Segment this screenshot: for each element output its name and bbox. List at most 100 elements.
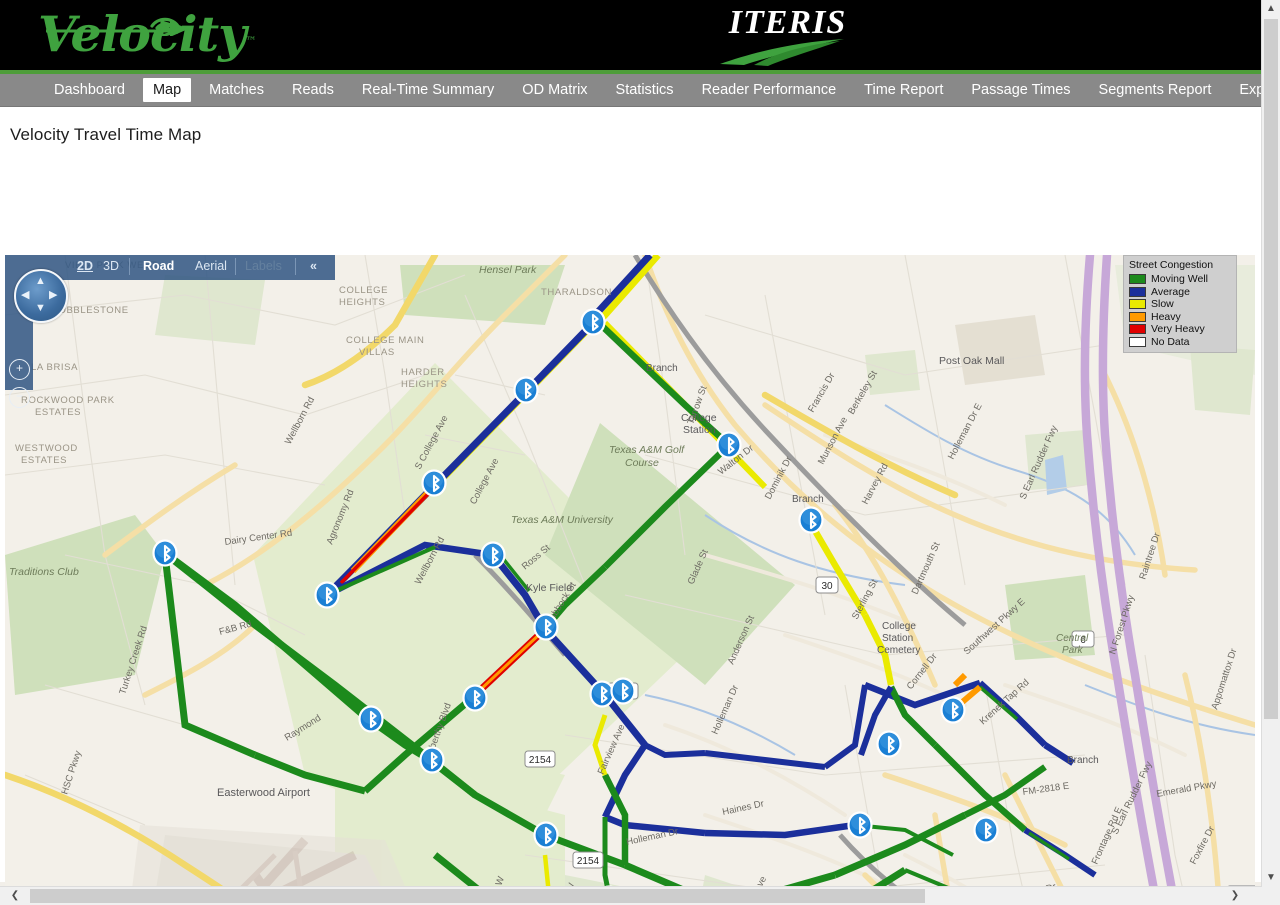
- browser-viewport: Velocity™ ITERIS Dashboard Map Matches Read…: [0, 0, 1280, 905]
- zoom-in-button[interactable]: +: [9, 359, 30, 380]
- nav-item-time-report[interactable]: Time Report: [854, 78, 953, 102]
- legend-row: Average: [1129, 286, 1232, 299]
- vertical-scrollbar[interactable]: ▲ ▼: [1261, 0, 1280, 887]
- bluetooth-reader-marker[interactable]: [421, 469, 447, 497]
- map-style-aerial-button[interactable]: Aerial: [195, 259, 227, 273]
- map-place-label: College: [882, 621, 916, 632]
- page-content: Velocity Travel Time Map 30 6 2154 2154 …: [0, 107, 1262, 905]
- map-labels-toggle[interactable]: Labels: [245, 259, 282, 273]
- legend-row: Heavy: [1129, 311, 1232, 324]
- bluetooth-reader-marker[interactable]: [462, 684, 488, 712]
- scroll-up-button[interactable]: ▲: [1262, 0, 1280, 18]
- bluetooth-reader-marker[interactable]: [152, 539, 178, 567]
- bluetooth-reader-marker[interactable]: [533, 613, 559, 641]
- map-place-label: HEIGHTS: [339, 297, 385, 308]
- map-place-label: Texas A&M Golf: [609, 444, 685, 456]
- map-place-label: Station: [882, 633, 913, 644]
- map-bar-collapse-button[interactable]: «: [310, 259, 317, 273]
- bluetooth-reader-marker[interactable]: [513, 376, 539, 404]
- map-canvas: 30666028182818215421542154 VILLA PARK WE…: [5, 255, 1255, 905]
- map-pan-wheel[interactable]: ▲ ▼ ◀ ▶: [14, 269, 68, 323]
- map-place-label: Hensel Park: [479, 264, 537, 276]
- zoom-out-button[interactable]: −: [9, 387, 30, 408]
- legend-label: Average: [1151, 285, 1190, 298]
- travel-time-map[interactable]: 30666028182818215421542154 VILLA PARK WE…: [5, 255, 1255, 905]
- scroll-left-button[interactable]: ❮: [6, 887, 24, 905]
- pan-right-arrow[interactable]: ▶: [49, 290, 57, 301]
- horizontal-scroll-thumb[interactable]: [30, 889, 925, 903]
- map-view-3d-button[interactable]: 3D: [103, 259, 119, 273]
- bluetooth-reader-marker[interactable]: [876, 730, 902, 758]
- pan-down-arrow[interactable]: ▼: [35, 303, 46, 314]
- horizontal-scrollbar[interactable]: ❮ ❯: [0, 886, 1262, 905]
- legend-title: Street Congestion: [1129, 259, 1214, 271]
- pan-up-arrow[interactable]: ▲: [35, 276, 46, 287]
- highway-shield: 30: [815, 576, 839, 594]
- highway-shield-label: 2154: [577, 856, 600, 867]
- bluetooth-reader-marker[interactable]: [533, 821, 559, 849]
- bluetooth-reader-marker[interactable]: [580, 308, 606, 336]
- bluetooth-reader-marker[interactable]: [480, 541, 506, 569]
- scroll-down-button[interactable]: ▼: [1262, 869, 1280, 887]
- legend-swatch: [1129, 336, 1146, 347]
- highway-shield: 2154: [524, 750, 556, 768]
- bluetooth-reader-marker[interactable]: [610, 677, 636, 705]
- map-style-road-button[interactable]: Road: [143, 259, 174, 273]
- legend-swatch: [1129, 286, 1146, 297]
- map-place-label: Cemetery: [877, 645, 920, 656]
- map-place-label: HARDER: [401, 367, 445, 378]
- velocity-logo-tm: ™: [245, 34, 257, 48]
- bluetooth-reader-marker[interactable]: [798, 506, 824, 534]
- bluetooth-reader-marker[interactable]: [847, 811, 873, 839]
- map-place-label: ESTATES: [35, 407, 81, 418]
- legend-swatch: [1129, 311, 1146, 322]
- nav-item-segments-report[interactable]: Segments Report: [1089, 78, 1222, 102]
- bluetooth-reader-marker[interactable]: [716, 431, 742, 459]
- nav-item-od-matrix[interactable]: OD Matrix: [512, 78, 597, 102]
- bluetooth-reader-marker[interactable]: [419, 746, 445, 774]
- map-view-2d-button[interactable]: 2D: [77, 259, 93, 273]
- map-place-label: WESTWOOD: [15, 443, 78, 454]
- scroll-right-button[interactable]: ❯: [1226, 887, 1244, 905]
- nav-item-reader-performance[interactable]: Reader Performance: [692, 78, 847, 102]
- nav-items: Dashboard Map Matches Reads Real-Time Summar…: [0, 74, 1280, 106]
- bluetooth-reader-marker[interactable]: [940, 696, 966, 724]
- vertical-scroll-thumb[interactable]: [1264, 19, 1278, 719]
- nav-item-reads[interactable]: Reads: [282, 78, 344, 102]
- map-place-label: Easterwood Airport: [217, 787, 310, 799]
- nav-item-passage-times[interactable]: Passage Times: [961, 78, 1080, 102]
- nav-item-statistics[interactable]: Statistics: [606, 78, 684, 102]
- bluetooth-reader-marker[interactable]: [973, 816, 999, 844]
- legend-label: Heavy: [1151, 310, 1181, 323]
- legend-swatch: [1129, 274, 1146, 285]
- map-place-label: HEIGHTS: [401, 379, 447, 390]
- legend-row: Slow: [1129, 298, 1232, 311]
- legend-label: No Data: [1151, 335, 1190, 348]
- map-place-label: Branch: [1067, 755, 1099, 766]
- nav-item-dashboard[interactable]: Dashboard: [44, 78, 135, 102]
- map-place-label: Post Oak Mall: [939, 355, 1004, 367]
- bluetooth-reader-marker[interactable]: [589, 680, 615, 708]
- page-title: Velocity Travel Time Map: [10, 125, 202, 144]
- highway-shield-label: 2154: [529, 755, 552, 766]
- legend-label: Slow: [1151, 298, 1174, 311]
- bluetooth-reader-marker[interactable]: [314, 581, 340, 609]
- bar-divider: [129, 258, 130, 275]
- legend-row: Moving Well: [1129, 273, 1232, 286]
- map-place-label: Branch: [646, 363, 678, 374]
- map-place-label: THARALDSON: [541, 287, 612, 298]
- map-place-label: LA BRISA: [31, 362, 78, 373]
- nav-item-matches[interactable]: Matches: [199, 78, 274, 102]
- nav-item-real-time-summary[interactable]: Real-Time Summary: [352, 78, 504, 102]
- map-place-label: Central: [1056, 633, 1089, 644]
- legend-swatch: [1129, 299, 1146, 310]
- bluetooth-reader-marker[interactable]: [358, 705, 384, 733]
- nav-item-map[interactable]: Map: [142, 78, 192, 102]
- highway-shield-label: 30: [821, 581, 833, 592]
- map-place-label: Park: [1062, 645, 1084, 656]
- velocity-logo[interactable]: Velocity™: [38, 5, 257, 63]
- wifi-signal-icon: [150, 17, 180, 32]
- legend-label: Moving Well: [1151, 273, 1208, 286]
- bar-divider-2: [235, 258, 236, 275]
- pan-left-arrow[interactable]: ◀: [21, 290, 29, 301]
